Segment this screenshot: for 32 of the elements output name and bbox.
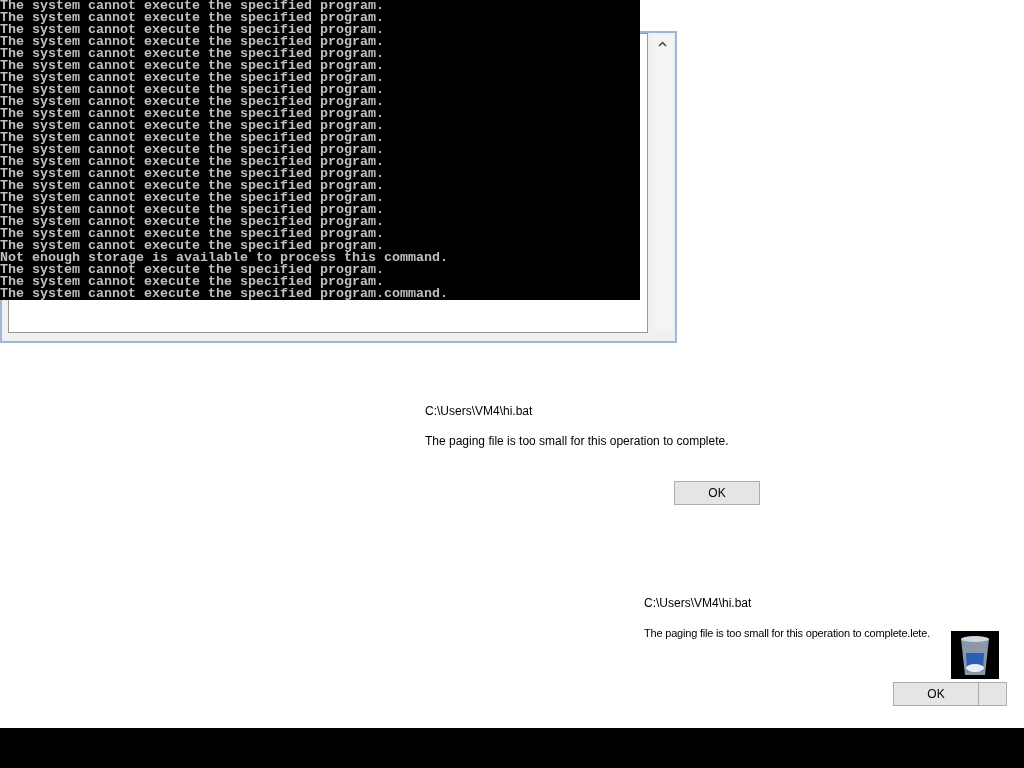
console-line: The system cannot execute the specified program. xyxy=(0,168,384,180)
ok-button[interactable]: OK xyxy=(674,481,760,505)
recycle-bin-icon[interactable] xyxy=(951,631,999,679)
console-line: The system cannot execute the specified program. xyxy=(0,24,384,36)
console-line: The system cannot execute the specified program. xyxy=(0,60,384,72)
console-line: The system cannot execute the specified program. xyxy=(0,276,384,288)
console-line: The system cannot execute the specified program. xyxy=(0,204,384,216)
console-line: The system cannot execute the specified program.command. xyxy=(0,288,448,300)
error-message: The paging file is too small for this operation to complete. xyxy=(425,434,729,449)
console-line: The system cannot execute the specified program. xyxy=(0,12,384,24)
console-line: The system cannot execute the specified program. xyxy=(0,240,384,252)
console-line: The system cannot execute the specified program. xyxy=(0,84,384,96)
console-line: The system cannot execute the specified program. xyxy=(0,36,384,48)
file-path: C:\Users\VM4\hi.bat xyxy=(425,404,533,419)
console-line: The system cannot execute the specified program. xyxy=(0,216,384,228)
file-path: C:\Users\VM4\hi.bat xyxy=(644,596,752,611)
console-line: The system cannot execute the specified program. xyxy=(0,180,384,192)
error-message: The paging file is too small for this operation to complete.lete. xyxy=(644,626,930,641)
console-line: The system cannot execute the specified program. xyxy=(0,120,384,132)
console-line: The system cannot execute the specified program. xyxy=(0,192,384,204)
scrollbar-track[interactable] xyxy=(653,35,673,331)
console-line: The system cannot execute the specified program. xyxy=(0,156,384,168)
console-line: Not enough storage is available to process this command. xyxy=(0,252,448,264)
console-line: The system cannot execute the specified program. xyxy=(0,72,384,84)
console-line: The system cannot execute the specified program. xyxy=(0,132,384,144)
console-line: The system cannot execute the specified program. xyxy=(0,228,384,240)
console-line: The system cannot execute the specified program. xyxy=(0,264,384,276)
console-line: The system cannot execute the specified program. xyxy=(0,48,384,60)
ok-button[interactable]: OK xyxy=(893,682,979,706)
console-line: The system cannot execute the specified program. xyxy=(0,108,384,120)
console-line: The system cannot execute the specified program. xyxy=(0,144,384,156)
console-line: The system cannot execute the specified program. xyxy=(0,96,384,108)
